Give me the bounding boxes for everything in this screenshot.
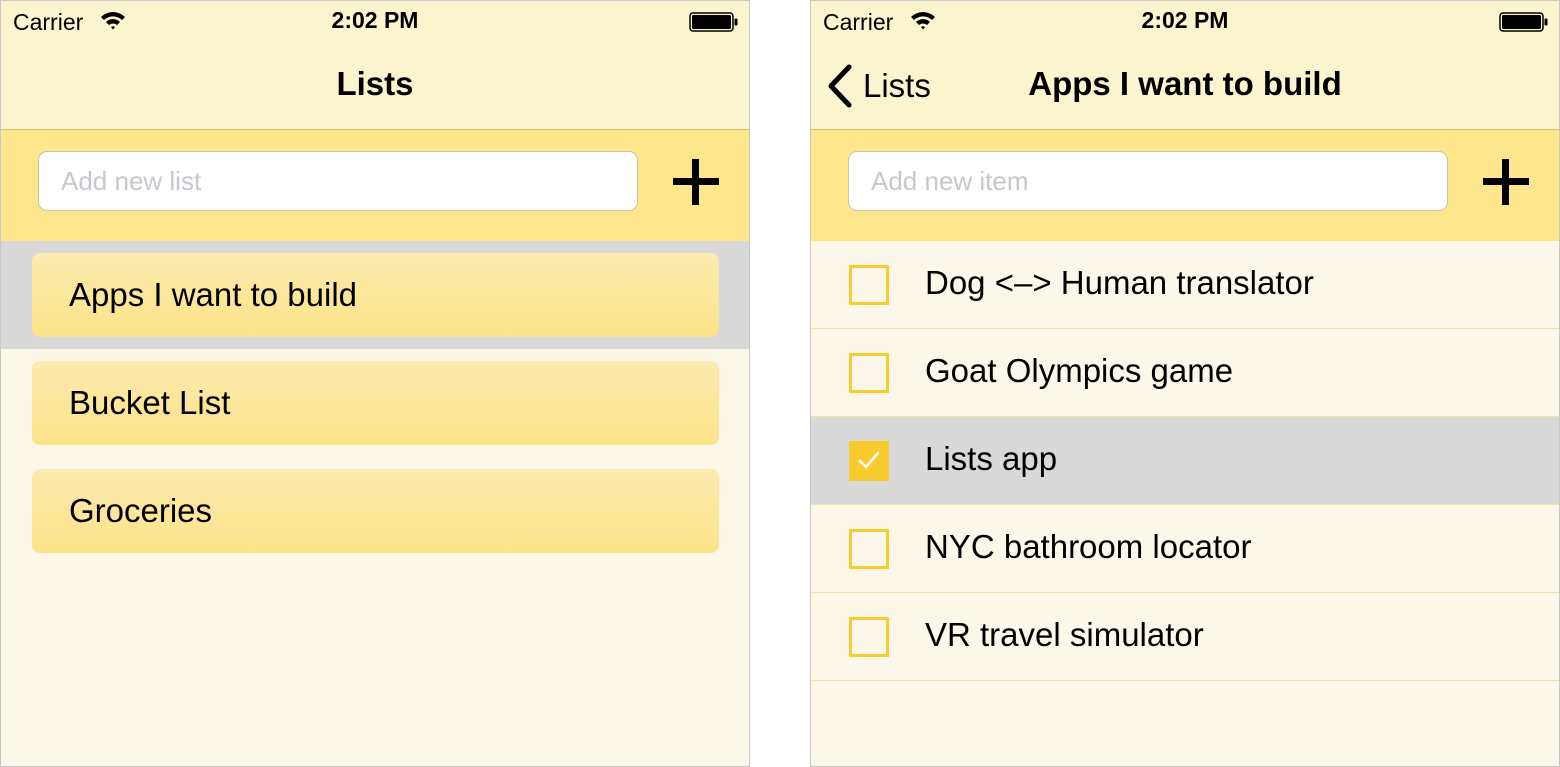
list-card[interactable]: Apps I want to build — [32, 253, 719, 337]
add-item-plus-icon[interactable] — [1483, 159, 1529, 205]
item-checkbox[interactable] — [849, 265, 889, 305]
item-row[interactable]: Goat Olympics game — [811, 329, 1559, 417]
page-title: Lists — [336, 65, 414, 102]
add-item-bar — [811, 130, 1559, 241]
item-label: Lists app — [925, 440, 1058, 477]
item-label: Dog <–> Human translator — [925, 264, 1314, 301]
add-item-input[interactable] — [848, 151, 1448, 211]
list-card[interactable]: Bucket List — [32, 361, 719, 445]
list-label: Apps I want to build — [69, 276, 358, 313]
list-card[interactable]: Groceries — [32, 469, 719, 553]
clock: 2:02 PM — [1141, 7, 1229, 33]
item-checkbox[interactable] — [849, 617, 889, 657]
status-bar: Carrier 2:02 PM — [811, 1, 1559, 41]
add-list-input[interactable] — [38, 151, 638, 211]
list-detail-screen: Carrier 2:02 PM Lists Apps I want to bui… — [810, 0, 1560, 767]
status-bar: Carrier 2:02 PM — [1, 1, 749, 41]
item-checkbox[interactable] — [849, 441, 889, 481]
item-checkbox[interactable] — [849, 353, 889, 393]
battery-icon — [689, 12, 738, 32]
list-label: Groceries — [69, 492, 213, 529]
item-label: VR travel simulator — [925, 616, 1204, 653]
items-container: Dog <–> Human translator Goat Olympics g… — [811, 241, 1559, 681]
item-row[interactable]: Dog <–> Human translator — [811, 241, 1559, 329]
list-label: Bucket List — [69, 384, 231, 421]
item-label: Goat Olympics game — [925, 352, 1234, 389]
lists-screen: Carrier 2:02 PM Lists Apps I want to bui… — [0, 0, 750, 767]
list-row[interactable]: Bucket List — [1, 349, 749, 457]
clock: 2:02 PM — [331, 7, 419, 33]
list-row[interactable]: Groceries — [1, 457, 749, 565]
item-row[interactable]: Lists app — [811, 417, 1559, 505]
add-list-plus-icon[interactable] — [673, 159, 719, 205]
add-list-bar — [1, 130, 749, 241]
lists-container: Apps I want to build Bucket List Groceri… — [1, 241, 749, 565]
page-title: Apps I want to build — [1028, 65, 1342, 102]
battery-icon — [1499, 12, 1548, 32]
item-label: NYC bathroom locator — [925, 528, 1252, 565]
item-checkbox[interactable] — [849, 529, 889, 569]
item-row[interactable]: NYC bathroom locator — [811, 505, 1559, 593]
navigation-bar: Lists — [1, 41, 749, 130]
list-row[interactable]: Apps I want to build — [1, 241, 749, 349]
navigation-bar: Lists Apps I want to build — [811, 41, 1559, 130]
check-mark-icon — [858, 451, 880, 469]
item-row[interactable]: VR travel simulator — [811, 593, 1559, 681]
